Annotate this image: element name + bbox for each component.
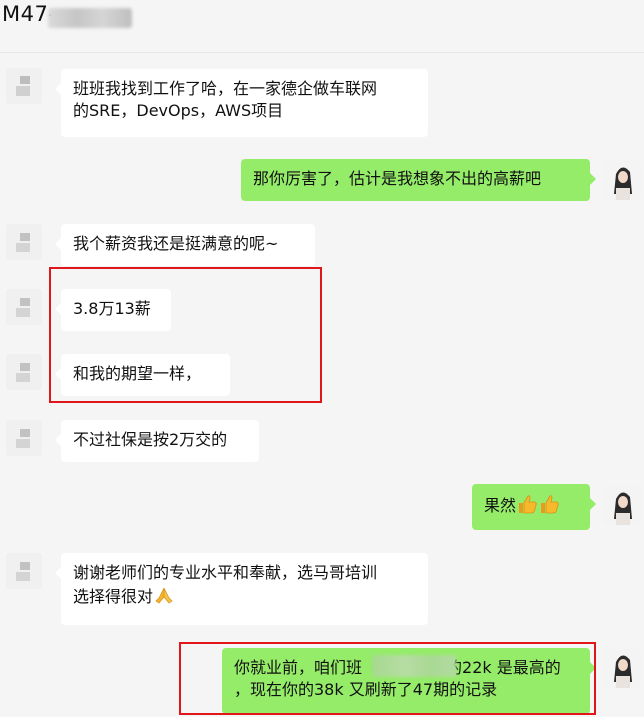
outgoing-message[interactable]: 果然 <box>472 484 596 530</box>
message-line: 谢谢老师们的专业水平和奉献，选马哥培训 <box>73 563 378 582</box>
incoming-message[interactable]: 班班我找到工作了哈，在一家德企做车联网 的SRE，DevOps，AWS项目 <box>55 69 428 137</box>
highlight-box <box>179 642 596 715</box>
user-photo-icon <box>602 485 642 525</box>
user-photo-icon <box>602 648 642 688</box>
my-avatar[interactable] <box>602 485 642 525</box>
my-avatar[interactable] <box>602 648 642 688</box>
message-line: 果然 <box>484 496 517 515</box>
incoming-message[interactable]: 谢谢老师们的专业水平和奉献，选马哥培训 选择得很对 <box>55 553 428 625</box>
my-avatar[interactable] <box>602 160 642 200</box>
outgoing-message[interactable]: 那你厉害了，估计是我想象不出的高薪吧 <box>241 159 596 201</box>
message-line: 的SRE，DevOps，AWS项目 <box>73 101 284 120</box>
thumbs-up-icon <box>519 495 537 514</box>
message-line: 选择得很对 <box>73 587 154 606</box>
incoming-message[interactable]: 我个薪资我还是挺满意的呢~ <box>55 224 315 266</box>
message-line: 我个薪资我还是挺满意的呢~ <box>73 234 279 253</box>
contact-avatar[interactable] <box>6 420 42 456</box>
incoming-message[interactable]: 不过社保是按2万交的 <box>55 420 259 462</box>
praying-hands-icon <box>155 587 173 604</box>
contact-avatar[interactable] <box>6 68 42 104</box>
contact-avatar[interactable] <box>6 553 42 589</box>
contact-avatar[interactable] <box>6 289 42 325</box>
highlight-box <box>49 267 322 403</box>
message-line: 那你厉害了，估计是我想象不出的高薪吧 <box>253 169 542 188</box>
message-line: 不过社保是按2万交的 <box>73 430 228 449</box>
chat-header: M47- <box>0 0 644 53</box>
contact-avatar[interactable] <box>6 354 42 390</box>
redacted-title-blur <box>48 8 132 28</box>
contact-avatar[interactable] <box>6 224 42 260</box>
thumbs-up-icon <box>541 495 559 514</box>
user-photo-icon <box>602 160 642 200</box>
message-line: 班班我找到工作了哈，在一家德企做车联网 <box>73 79 378 98</box>
